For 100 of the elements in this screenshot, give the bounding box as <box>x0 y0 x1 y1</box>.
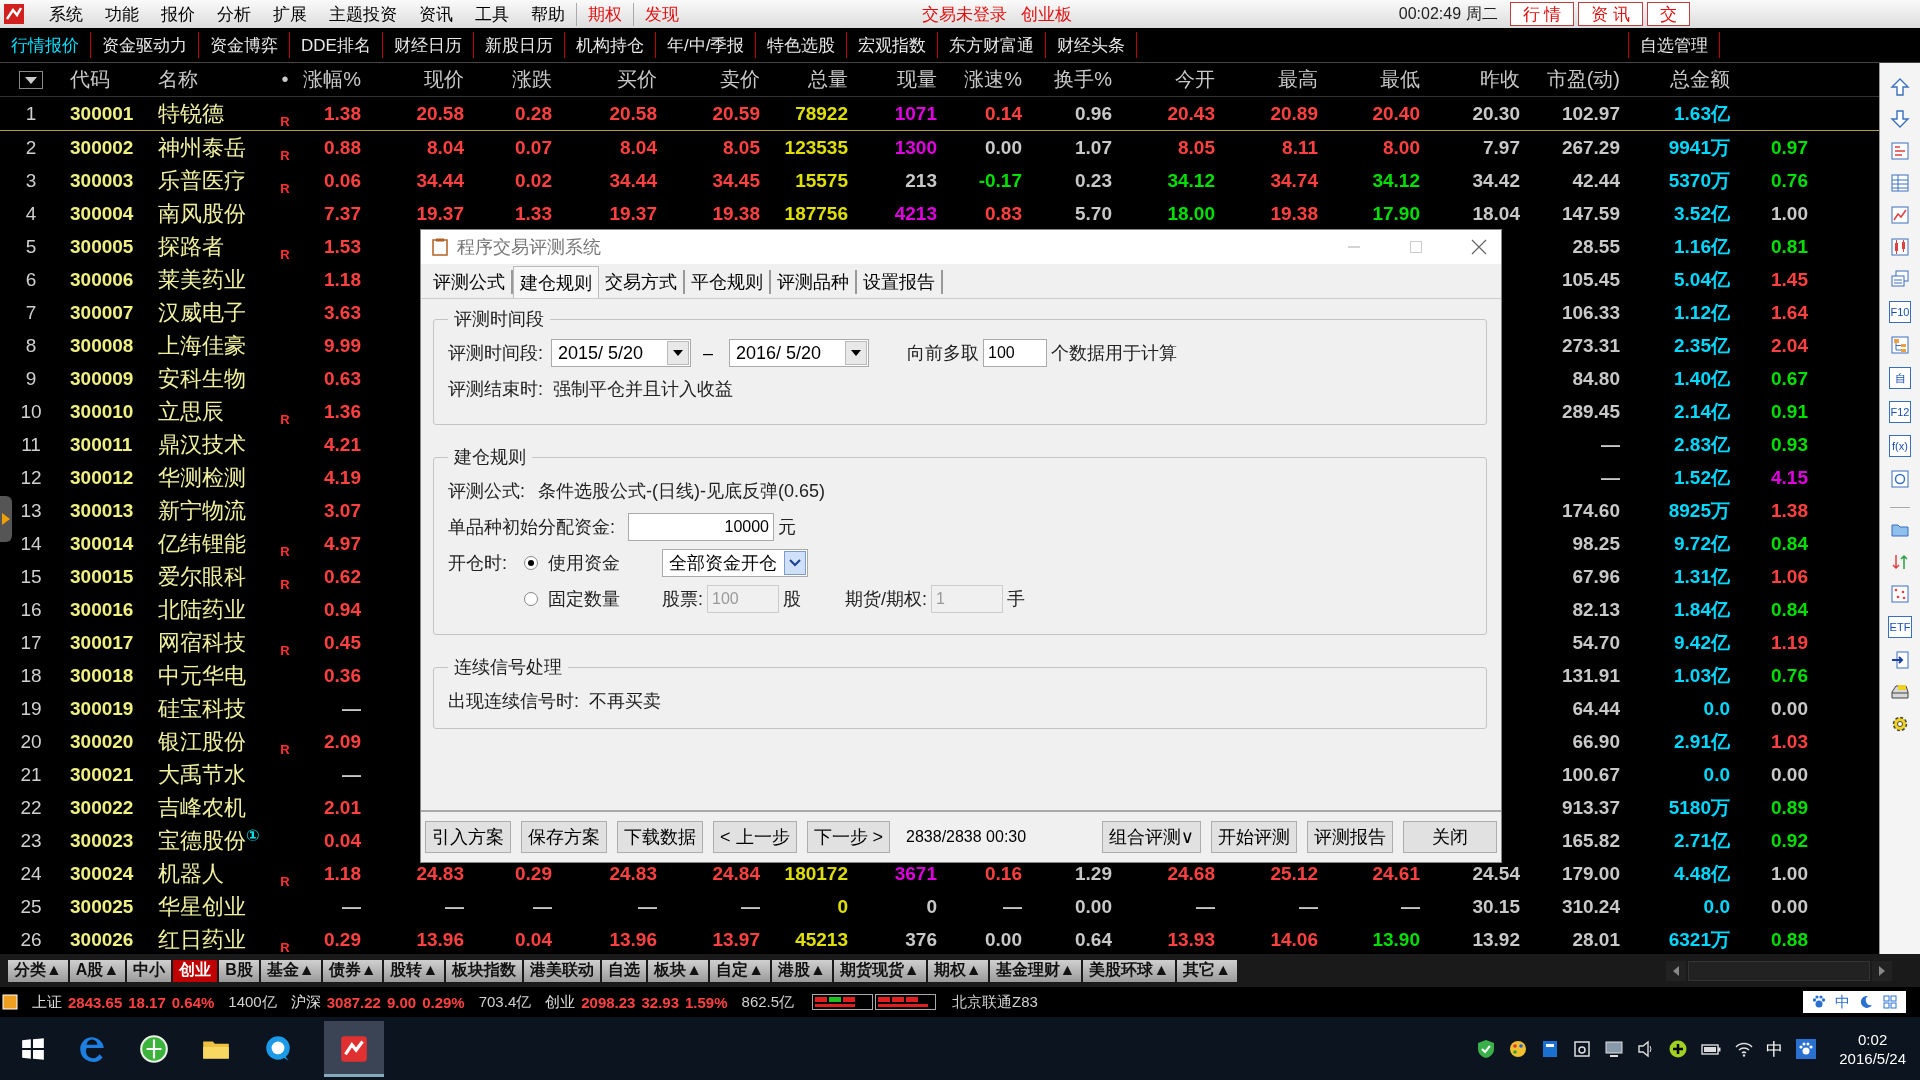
menu-item[interactable]: 期权 <box>576 2 633 26</box>
index-name[interactable]: 创业 <box>545 992 576 1012</box>
scroll-right-icon[interactable] <box>1872 960 1892 981</box>
side-toolbar-button[interactable]: f(x) <box>1889 435 1911 457</box>
date-picker[interactable]: 2015/ 5/20 <box>551 339 691 367</box>
palette-icon[interactable] <box>1508 1039 1529 1059</box>
radio-button[interactable] <box>524 556 538 570</box>
category-tab[interactable]: 债券▲ <box>322 959 383 982</box>
side-toolbar-button[interactable]: 自 <box>1889 367 1911 389</box>
menu-item[interactable]: 资讯 <box>408 2 464 26</box>
tree-icon[interactable] <box>1890 335 1910 355</box>
category-tab[interactable]: 其它▲ <box>1177 959 1238 982</box>
column-header[interactable]: 总金额 <box>1670 68 1730 90</box>
sort-arrows-icon[interactable] <box>1890 552 1910 572</box>
column-header[interactable]: 最高 <box>1278 68 1318 90</box>
column-header[interactable]: 换手% <box>1054 68 1112 90</box>
column-header[interactable]: • <box>281 68 289 90</box>
column-header[interactable]: 名称 <box>158 68 198 90</box>
toolbar-tab[interactable]: 自选管理 <box>1628 32 1720 58</box>
paw-icon[interactable] <box>1795 1038 1818 1060</box>
radio-label[interactable]: 使用资金 <box>548 551 658 575</box>
category-tab[interactable]: 期权▲ <box>927 959 988 982</box>
drive-icon[interactable] <box>1890 682 1910 702</box>
dialog-button[interactable]: 评测报告 <box>1307 821 1393 853</box>
column-header[interactable]: 涨跌 <box>512 68 552 90</box>
dropdown-select[interactable]: 全部资金开仓 <box>662 549 808 577</box>
radio-label[interactable]: 固定数量 <box>548 587 658 611</box>
category-tab[interactable]: 分类▲ <box>8 959 68 982</box>
column-header[interactable]: 卖价 <box>720 68 760 90</box>
grid-icon[interactable] <box>1882 994 1898 1010</box>
scrollbar-track[interactable] <box>1688 960 1870 981</box>
moon-icon[interactable] <box>1858 994 1874 1010</box>
category-tab[interactable]: 创业 <box>173 959 218 982</box>
menu-item[interactable]: 系统 <box>38 2 94 26</box>
input-field[interactable]: 100 <box>983 339 1048 367</box>
side-toolbar-button[interactable]: F12 <box>1888 401 1912 423</box>
menu-button[interactable]: 行 情 <box>1509 2 1575 26</box>
date-picker[interactable]: 2016/ 5/20 <box>729 339 870 367</box>
dialog-button[interactable]: 引入方案 <box>425 821 511 853</box>
menu-item[interactable]: 功能 <box>94 2 150 26</box>
dialog-button[interactable]: 下载数据 <box>617 821 703 853</box>
dialog-button[interactable]: 下一步 > <box>806 821 891 853</box>
table-icon[interactable] <box>1890 173 1910 193</box>
app-icon[interactable] <box>338 1033 370 1065</box>
column-header[interactable]: 昨收 <box>1480 68 1520 90</box>
dialog-button[interactable]: 保存方案 <box>521 821 607 853</box>
category-tab[interactable]: 自定▲ <box>710 959 770 982</box>
close-icon[interactable] <box>1471 239 1487 255</box>
radio-button[interactable] <box>524 592 538 606</box>
category-tab[interactable]: 美股环球▲ <box>1083 959 1176 982</box>
column-header[interactable]: 现量 <box>897 68 937 90</box>
menu-item[interactable]: 扩展 <box>262 2 318 26</box>
down-arrow-icon[interactable] <box>1890 109 1910 129</box>
category-tab[interactable]: 基金理财▲ <box>989 959 1082 982</box>
dialog-button[interactable]: 关闭 <box>1403 821 1497 853</box>
clock-time[interactable]: 0:02 <box>1858 1029 1888 1049</box>
side-toolbar-button[interactable]: F10 <box>1888 301 1912 323</box>
menu-item[interactable]: 发现 <box>633 2 690 26</box>
shield-icon[interactable] <box>1476 1039 1497 1059</box>
gear-icon[interactable] <box>1890 714 1910 734</box>
dialog-button[interactable]: 开始评测 <box>1211 821 1297 853</box>
import-icon[interactable] <box>1890 650 1910 670</box>
candlestick-icon[interactable] <box>1890 237 1910 257</box>
column-header[interactable]: 总量 <box>808 68 848 90</box>
column-header[interactable]: 买价 <box>617 68 657 90</box>
column-header[interactable]: 最低 <box>1380 68 1420 90</box>
menu-item[interactable]: 工具 <box>464 2 520 26</box>
monitor-icon[interactable] <box>1604 1039 1625 1059</box>
column-header[interactable]: 现价 <box>424 68 464 90</box>
index-name[interactable]: 沪深 <box>290 992 321 1012</box>
dialog-tab[interactable]: 建仓规则 <box>513 266 599 298</box>
line-chart-icon[interactable] <box>1890 205 1910 225</box>
category-tab[interactable]: A股▲ <box>69 959 126 982</box>
menu-item[interactable]: 主题投资 <box>318 2 408 26</box>
category-tab[interactable]: 港股▲ <box>772 959 832 982</box>
category-tab[interactable]: 港美联动 <box>524 959 601 982</box>
report-icon[interactable] <box>1890 141 1910 161</box>
category-tab[interactable]: 股转▲ <box>384 959 445 982</box>
category-tab[interactable]: B股 <box>219 959 259 982</box>
side-handle[interactable] <box>0 496 12 542</box>
plus-icon[interactable] <box>1668 1039 1689 1059</box>
ime-mode[interactable]: 中 <box>1835 992 1850 1012</box>
menu-button[interactable]: 资 讯 <box>1578 2 1643 26</box>
column-header[interactable]: 涨幅% <box>303 68 361 90</box>
side-toolbar-button[interactable]: ETF <box>1887 616 1913 638</box>
clock-date[interactable]: 2016/5/24 <box>1839 1049 1906 1069</box>
category-tab[interactable]: 板块指数 <box>446 959 523 982</box>
column-header[interactable]: 今开 <box>1175 68 1215 90</box>
stacked-windows-icon[interactable] <box>1890 269 1910 289</box>
index-name[interactable]: 上证 <box>32 992 62 1012</box>
column-header[interactable]: 市盈(动) <box>1546 68 1620 90</box>
column-header[interactable]: 涨速% <box>964 68 1022 90</box>
dialog-button[interactable]: 组合评测∨ <box>1101 821 1201 853</box>
category-tab[interactable]: 自选 <box>602 959 647 982</box>
menu-button[interactable]: 交 <box>1647 2 1690 26</box>
scroll-left-icon[interactable] <box>1666 960 1686 981</box>
category-tab[interactable]: 中小 <box>127 959 172 982</box>
up-arrow-icon[interactable] <box>1890 77 1910 97</box>
column-header[interactable]: 代码 <box>70 68 110 90</box>
menu-item[interactable]: 报价 <box>150 2 206 26</box>
